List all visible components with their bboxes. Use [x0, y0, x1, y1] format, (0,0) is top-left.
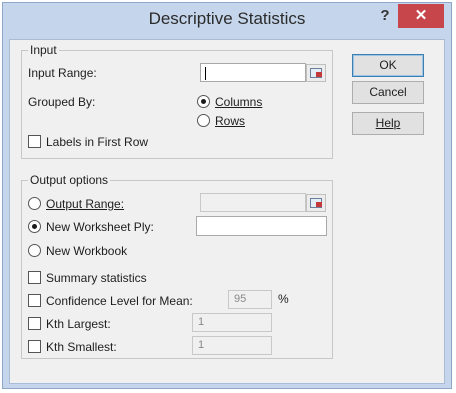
- grouped-by-label: Grouped By:: [28, 95, 96, 109]
- output-range-collapse-button[interactable]: [306, 194, 326, 212]
- kth-smallest-checkbox[interactable]: [28, 340, 41, 353]
- output-range-radio[interactable]: [28, 197, 41, 210]
- new-workbook-label[interactable]: New Workbook: [46, 244, 127, 258]
- percent-sign: %: [278, 292, 289, 306]
- new-worksheet-ply-field[interactable]: [196, 216, 327, 236]
- cancel-button[interactable]: Cancel: [352, 81, 424, 104]
- confidence-level-value: 95: [234, 293, 247, 305]
- columns-radio[interactable]: [197, 95, 210, 108]
- input-range-field[interactable]: [200, 63, 306, 82]
- new-worksheet-ply-radio[interactable]: [28, 220, 41, 233]
- kth-largest-value: 1: [198, 316, 205, 328]
- labels-first-row-label[interactable]: Labels in First Row: [46, 135, 148, 149]
- help-button[interactable]: Help: [352, 112, 424, 135]
- confidence-level-checkbox[interactable]: [28, 294, 41, 307]
- kth-smallest-value: 1: [198, 339, 205, 351]
- dialog-body: Input Input Range: Grouped By: Columns R…: [9, 39, 445, 384]
- kth-smallest-field[interactable]: 1: [192, 336, 272, 355]
- labels-first-row-checkbox[interactable]: [28, 135, 41, 148]
- output-range-field[interactable]: [200, 193, 306, 212]
- input-range-collapse-button[interactable]: [306, 64, 326, 82]
- range-arrow-icon: [316, 202, 322, 207]
- confidence-level-field[interactable]: 95: [228, 290, 272, 309]
- confidence-level-label[interactable]: Confidence Level for Mean:: [46, 294, 193, 308]
- close-icon: ✕: [414, 7, 428, 24]
- rows-radio[interactable]: [197, 114, 210, 127]
- new-workbook-radio[interactable]: [28, 244, 41, 257]
- ok-button[interactable]: OK: [352, 54, 424, 77]
- range-arrow-icon: [316, 72, 322, 77]
- new-worksheet-ply-label[interactable]: New Worksheet Ply:: [46, 220, 154, 234]
- input-range-label: Input Range:: [28, 66, 97, 80]
- help-icon[interactable]: ?: [375, 7, 395, 27]
- title-bar[interactable]: Descriptive Statistics ? ✕: [3, 3, 451, 35]
- kth-largest-label[interactable]: Kth Largest:: [46, 317, 111, 331]
- input-group-legend: Input: [28, 43, 59, 57]
- text-caret: [205, 67, 206, 80]
- rows-radio-label[interactable]: Rows: [215, 114, 245, 128]
- kth-largest-checkbox[interactable]: [28, 317, 41, 330]
- kth-smallest-label[interactable]: Kth Smallest:: [46, 340, 117, 354]
- summary-statistics-checkbox[interactable]: [28, 271, 41, 284]
- summary-statistics-label[interactable]: Summary statistics: [46, 271, 147, 285]
- columns-radio-label[interactable]: Columns: [215, 95, 262, 109]
- output-range-label[interactable]: Output Range:: [46, 197, 124, 211]
- close-button[interactable]: ✕: [398, 4, 444, 28]
- output-options-legend: Output options: [28, 173, 111, 187]
- descriptive-statistics-dialog: Descriptive Statistics ? ✕ Input Input R…: [2, 2, 452, 389]
- kth-largest-field[interactable]: 1: [192, 313, 272, 332]
